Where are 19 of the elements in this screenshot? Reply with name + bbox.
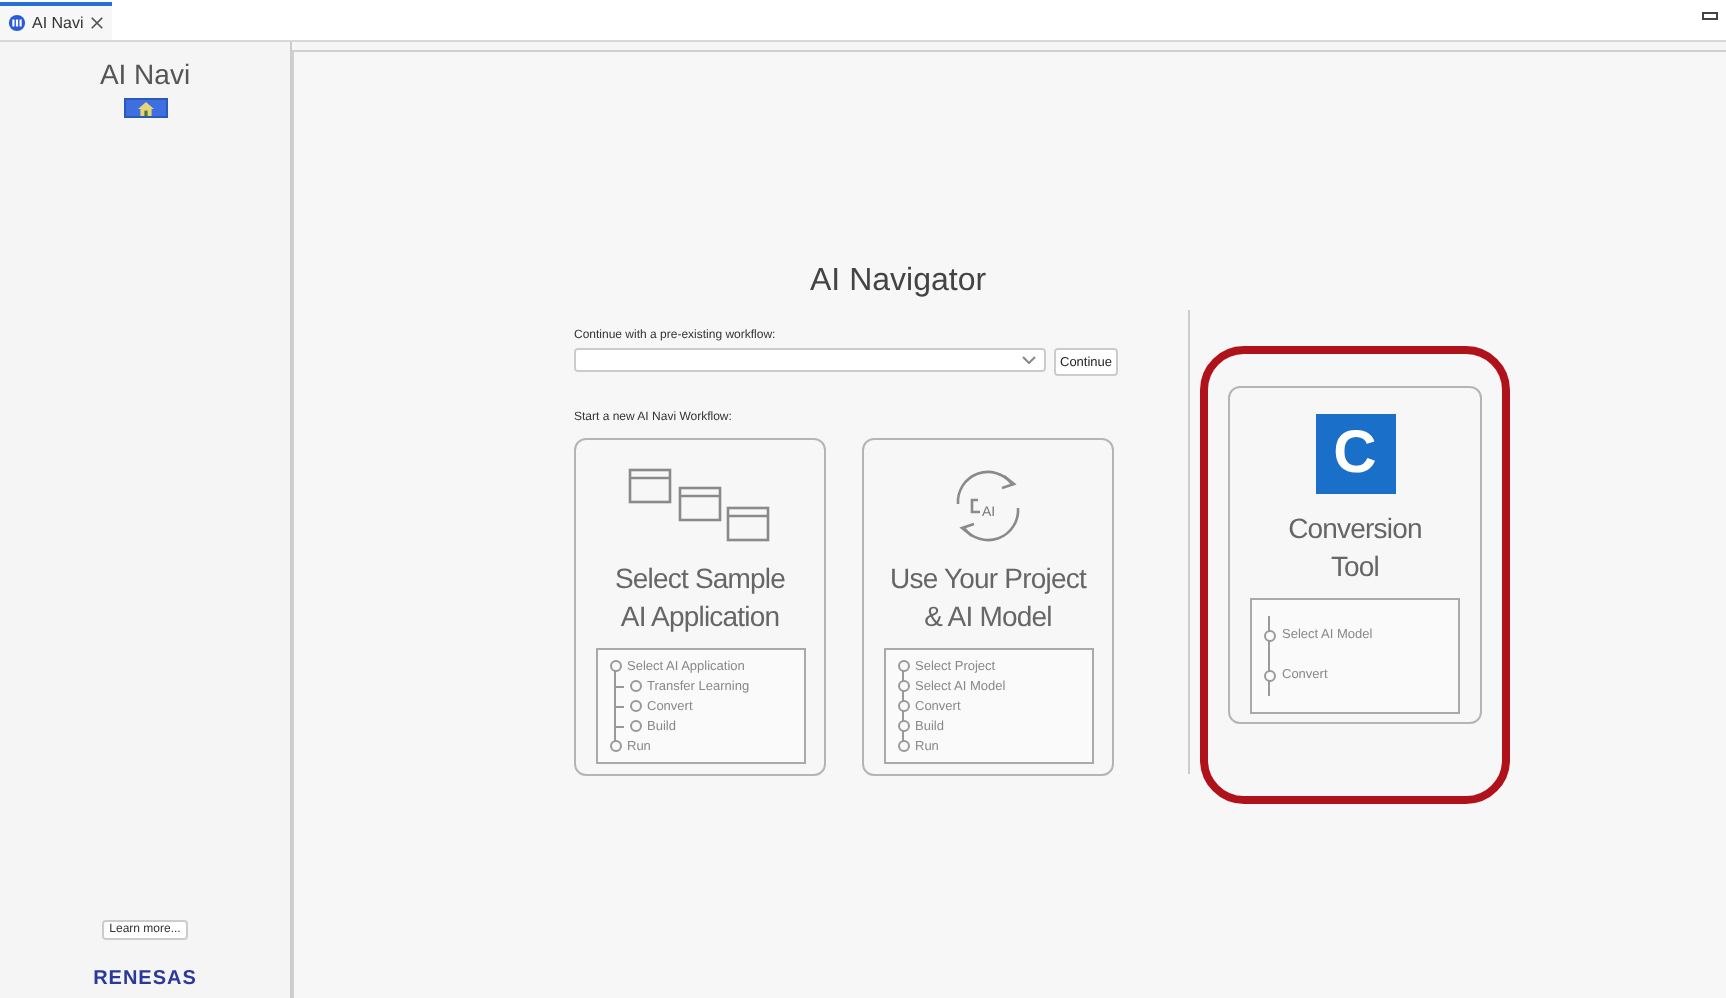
tab-title: AI Navi [32, 14, 84, 32]
tool-logo: C [1315, 414, 1395, 494]
card-title: Select Sample [614, 560, 786, 598]
home-icon [137, 101, 153, 115]
page-title: AI Navigator [810, 264, 989, 300]
app-icon [8, 14, 26, 32]
editor-tab[interactable]: AI Navi [0, 2, 112, 40]
close-icon[interactable] [89, 16, 104, 30]
windows-icon [628, 468, 772, 544]
card-title: Conversion [1288, 510, 1422, 548]
card-title: Tool [1328, 548, 1382, 586]
home-button[interactable] [123, 98, 167, 118]
card-title: Use Your Project [890, 560, 1086, 598]
minimize-icon[interactable] [1702, 12, 1718, 20]
card-title: & AI Model [922, 598, 1054, 636]
chevron-down-icon [1022, 356, 1036, 364]
card-title: AI Application [618, 598, 782, 636]
sidebar-title: AI Navi [99, 58, 191, 90]
company-logo: RENESAS [93, 968, 197, 990]
